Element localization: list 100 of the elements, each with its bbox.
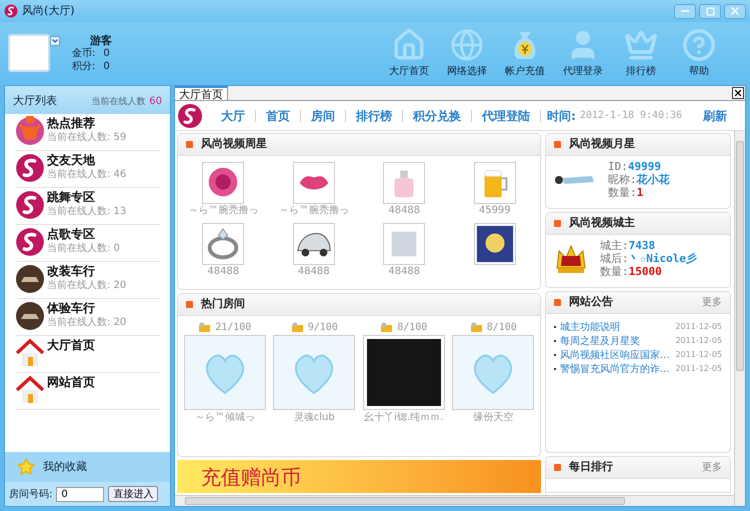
online-count: 当前在线人数: 20	[47, 279, 126, 293]
swirl-logo-icon	[15, 190, 45, 220]
hall-list-item[interactable]: 交友天地 当前在线人数: 46	[15, 151, 160, 188]
hall-name: 网站首页	[47, 375, 95, 390]
online-count: 当前在线人数: 0	[47, 242, 120, 256]
field-value: 1	[636, 186, 644, 199]
notice-link[interactable]: 每周之星及月星奖	[560, 334, 672, 348]
horizontal-scrollbar[interactable]	[175, 495, 734, 506]
online-count: 当前在线人数: 13	[47, 205, 126, 219]
car-icon	[292, 223, 335, 265]
time-value: 2012-1-18 9:40:36	[578, 109, 682, 123]
swirl-logo-icon	[15, 153, 45, 183]
close-tab-button[interactable]	[732, 87, 744, 99]
enter-button[interactable]: 直接进入	[108, 486, 158, 502]
gift-label: ～ら™腕秃撸っ	[278, 204, 349, 217]
folder-icon	[470, 322, 483, 333]
vertical-scrollbar[interactable]	[734, 131, 745, 506]
bullet-icon	[186, 301, 193, 308]
bullet-icon	[186, 141, 193, 148]
bullet-icon	[554, 220, 561, 227]
panel-title: 网站公告	[569, 294, 614, 310]
nav-link[interactable]: 积分兑换	[403, 106, 471, 124]
room-number-field[interactable]: 0	[56, 486, 104, 502]
room-count: 8/100	[397, 321, 428, 335]
logo-icon	[177, 102, 203, 128]
field-value: 花小花	[636, 173, 670, 186]
nav-link[interactable]: 代理登陆	[472, 106, 540, 124]
online-label: 当前在线人数	[91, 96, 146, 108]
hall-name: 交友天地	[47, 153, 96, 168]
nav-link[interactable]: 首页	[256, 106, 300, 124]
room-count: 9/100	[308, 321, 338, 335]
room-name: ～ら™倾城っ	[194, 410, 255, 425]
heart-thumbnail[interactable]	[184, 335, 266, 410]
room-name: 缘份天空	[473, 410, 514, 425]
maximize-button[interactable]	[699, 4, 721, 18]
hall-list-item[interactable]: 网站首页	[15, 373, 160, 410]
minimize-button[interactable]	[674, 4, 696, 18]
panel-title: 风尚视频月星	[569, 136, 636, 152]
hall-list-item[interactable]: 大厅首页	[15, 336, 160, 373]
hall-name: 改装车行	[47, 264, 96, 279]
photo-placeholder[interactable]	[366, 339, 441, 406]
poster-image-icon	[474, 223, 516, 265]
window-title: 风尚(大厅)	[22, 2, 76, 19]
favorites-bar[interactable]: 我的收藏	[5, 452, 170, 482]
toolbar-button[interactable]: 网络选择	[444, 28, 490, 79]
crown-icon	[624, 28, 658, 62]
close-icon	[733, 88, 743, 98]
notice-link[interactable]: 城主功能说明	[560, 320, 672, 334]
field-value: 49999	[628, 160, 661, 173]
room-count: 8/100	[486, 321, 517, 335]
notice-link[interactable]: 风尚视频社区响应国家...	[560, 348, 672, 362]
hall-list-item[interactable]: 点歌专区 当前在线人数: 0	[15, 225, 160, 262]
notice-link[interactable]: 警惕冒充风尚官方的诈...	[560, 362, 672, 376]
points-value: 0	[103, 60, 110, 73]
globe-icon	[450, 28, 484, 62]
panel-title: 热门房间	[201, 296, 246, 312]
toolbar-button[interactable]: 代理登录	[560, 28, 606, 79]
house-icon	[15, 375, 45, 405]
bullet-icon	[554, 299, 561, 306]
coins-label: 金币:	[72, 47, 96, 60]
time-label: 时间:	[546, 108, 576, 124]
bullet-icon	[554, 141, 561, 148]
hall-list-item[interactable]: 跳舞专区 当前在线人数: 13	[15, 188, 160, 225]
toolbar-button[interactable]: 大厅首页	[386, 28, 432, 79]
gift-image-icon	[383, 223, 426, 265]
panel-title: 每日排行	[569, 459, 614, 476]
nav-link[interactable]: 排行榜	[346, 106, 402, 124]
field-value: 丶☆Nicole彡	[628, 252, 697, 265]
hall-list-item[interactable]: 体验车行 当前在线人数: 20	[15, 299, 160, 336]
field-label: 数量:	[608, 186, 637, 199]
house-icon	[392, 28, 426, 62]
close-button[interactable]	[724, 4, 746, 18]
dropdown-icon[interactable]	[50, 36, 60, 46]
heart-thumbnail[interactable]	[452, 335, 534, 410]
nav-link[interactable]: 大厅	[211, 106, 255, 124]
help-icon	[682, 28, 716, 62]
rose-icon	[202, 162, 244, 204]
panel-title: 大厅列表	[13, 92, 57, 108]
promo-banner[interactable]: 充值赠尚币	[177, 460, 541, 493]
field-value: 15000	[628, 265, 662, 278]
toolbar-button[interactable]: 帐户充值	[502, 28, 548, 79]
nav-link[interactable]: 房间	[301, 106, 345, 124]
toolbar-button[interactable]: 帮助	[676, 28, 722, 79]
heart-thumbnail[interactable]	[273, 335, 356, 410]
toolbar-button[interactable]: 排行榜	[618, 28, 664, 79]
lips-icon	[292, 162, 335, 204]
folder-icon	[380, 322, 394, 333]
tab[interactable]: 大厅首页	[175, 86, 228, 100]
field-label: 城后:	[600, 252, 629, 265]
field-value: 7438	[628, 239, 656, 252]
hall-list-item[interactable]: 热点推荐 当前在线人数: 59	[15, 114, 160, 151]
hall-list-item[interactable]: 改装车行 当前在线人数: 20	[15, 262, 160, 299]
room-number-label: 房间号码:	[9, 488, 52, 502]
online-count: 当前在线人数: 59	[47, 131, 126, 145]
folder-icon	[290, 322, 304, 333]
caret-icon	[51, 37, 59, 45]
beer-mug-icon	[474, 162, 516, 204]
refresh-link[interactable]: 刷新	[703, 106, 743, 124]
gift-label: ～ら™腕秃撸っ	[188, 204, 258, 217]
gift-label: 48488	[388, 204, 420, 217]
